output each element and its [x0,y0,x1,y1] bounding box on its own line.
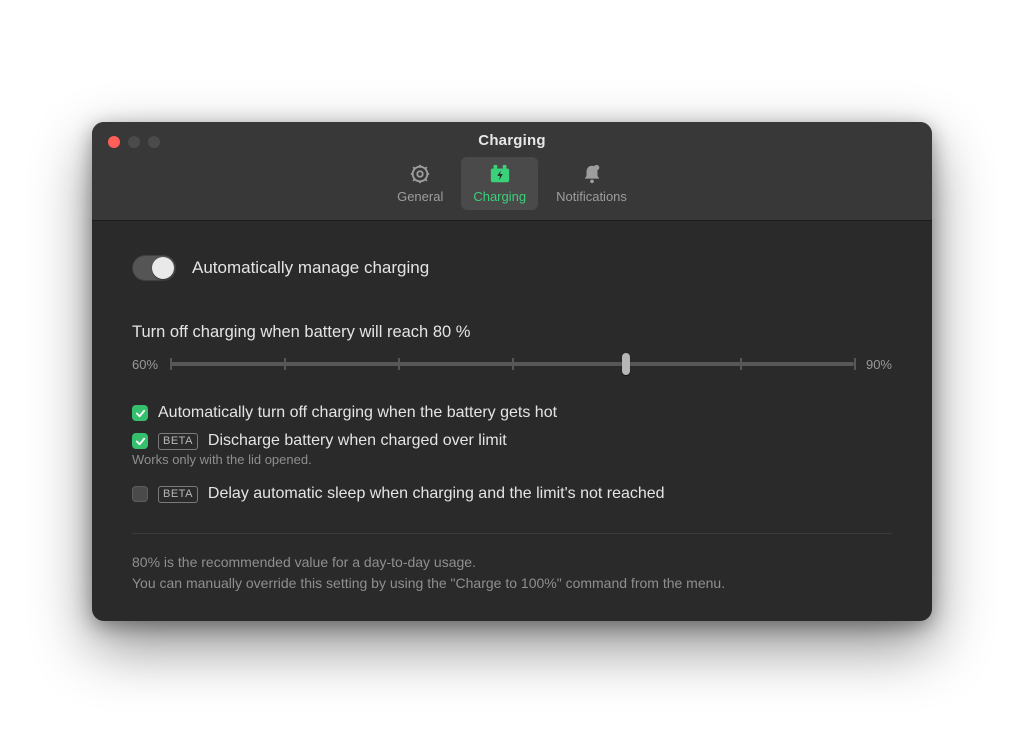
slider-max-label: 90% [866,357,892,372]
tab-label: Charging [473,189,526,204]
minimize-button[interactable] [128,136,140,148]
tab-label: Notifications [556,189,627,204]
titlebar: Charging General [92,122,932,221]
tab-general[interactable]: General [385,157,455,210]
battery-charging-icon [489,163,511,185]
toolbar-tabs: General Charging [92,157,932,210]
tab-charging[interactable]: Charging [461,157,538,210]
beta-badge: BETA [158,433,198,450]
toggle-knob [152,257,174,279]
footer-note: 80% is the recommended value for a day-t… [132,552,892,593]
close-button[interactable] [108,136,120,148]
slider-thumb[interactable] [622,353,630,375]
slider-min-label: 60% [132,357,158,372]
footer-line-1: 80% is the recommended value for a day-t… [132,552,892,572]
window-controls [108,136,160,148]
auto-manage-label: Automatically manage charging [192,258,429,278]
checkbox-discharge-label: Discharge battery when charged over limi… [208,432,507,450]
gear-icon [409,163,431,185]
footer-line-2: You can manually override this setting b… [132,573,892,593]
zoom-button[interactable] [148,136,160,148]
checkbox-delay-sleep-label: Delay automatic sleep when charging and … [208,485,665,503]
auto-manage-toggle[interactable] [132,255,176,281]
checkbox-hot[interactable] [132,405,148,421]
tab-notifications[interactable]: Notifications [544,157,639,210]
checkbox-discharge[interactable] [132,433,148,449]
discharge-hint: Works only with the lid opened. [132,452,892,467]
beta-badge: BETA [158,486,198,503]
window-title: Charging [92,132,932,149]
content-pane: Automatically manage charging Turn off c… [92,221,932,621]
checkbox-delay-sleep[interactable] [132,486,148,502]
tab-label: General [397,189,443,204]
checkbox-hot-label: Automatically turn off charging when the… [158,404,557,422]
slider-label: Turn off charging when battery will reac… [132,323,892,342]
charge-limit-slider[interactable] [170,352,854,376]
bell-icon [581,163,603,185]
preferences-window: Charging General [92,122,932,621]
divider [132,533,892,534]
